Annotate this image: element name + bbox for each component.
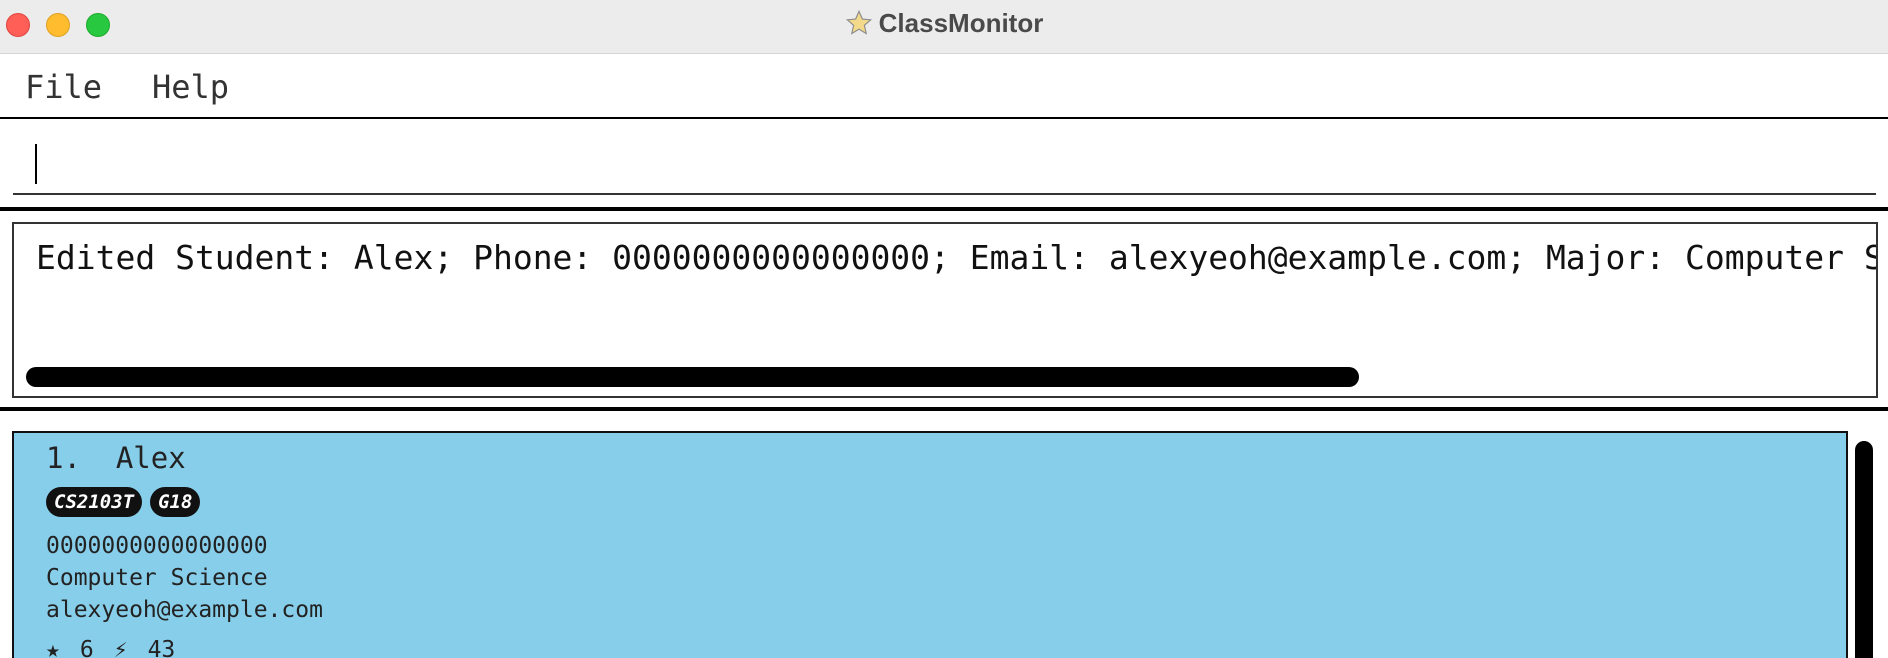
vertical-scrollbar[interactable]: [1855, 441, 1873, 658]
student-stats: ★ 6 ⚡ 43: [46, 637, 195, 658]
lightning-icon: ⚡: [113, 637, 128, 658]
command-box: [0, 119, 1888, 207]
star-icon: ★: [46, 637, 60, 658]
student-phone: 0000000000000000: [46, 533, 268, 559]
horizontal-scrollbar[interactable]: [26, 367, 1359, 387]
result-message: Edited Student: Alex; Phone: 00000000000…: [36, 238, 1878, 277]
window-title-group: ClassMonitor: [0, 8, 1888, 39]
window-title: ClassMonitor: [878, 8, 1044, 38]
student-name: 1. Alex: [46, 441, 186, 475]
tag-badge: CS2103T: [46, 487, 143, 517]
student-list: 1. Alex CS2103T G18 0000000000000000 Comp…: [0, 411, 1888, 658]
participation-count: 43: [147, 637, 176, 658]
command-input[interactable]: [13, 131, 1876, 195]
divider: [0, 207, 1888, 211]
result-display: Edited Student: Alex; Phone: 00000000000…: [12, 222, 1878, 398]
menu-file[interactable]: File: [25, 68, 102, 106]
star-count: 6: [79, 637, 94, 658]
star-icon: [845, 9, 872, 35]
menu-help[interactable]: Help: [152, 68, 229, 106]
tag-badge: G18: [150, 487, 201, 517]
student-major: Computer Science: [46, 565, 268, 591]
menu-bar: File Help: [0, 54, 1888, 119]
text-caret: [35, 144, 37, 184]
student-card[interactable]: 1. Alex CS2103T G18 0000000000000000 Comp…: [12, 431, 1848, 658]
title-bar: ClassMonitor: [0, 0, 1888, 54]
tag-list: CS2103T G18: [46, 487, 208, 517]
student-email: alexyeoh@example.com: [46, 597, 323, 623]
